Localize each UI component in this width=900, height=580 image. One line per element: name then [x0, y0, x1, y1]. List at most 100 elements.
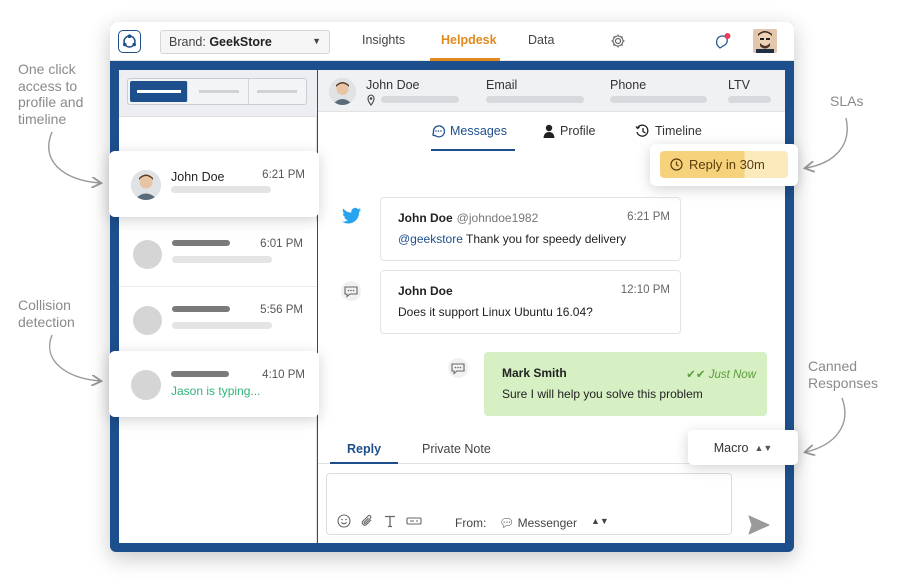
nav-data[interactable]: Data — [528, 33, 554, 47]
location-icon — [366, 93, 376, 106]
profile-strip[interactable]: John Doe Email Phone LTV — [318, 70, 785, 112]
gear-icon[interactable] — [610, 33, 626, 49]
view-tab-1[interactable] — [130, 81, 189, 102]
placeholder-location — [381, 96, 459, 103]
arrow-canned — [806, 397, 846, 452]
macro-label: Macro — [713, 440, 749, 455]
avatar — [131, 370, 161, 400]
message-body: @geekstore Thank you for speedy delivery — [398, 232, 626, 246]
conversation-panel: John Doe Email Phone LTV Messages Profil… — [318, 70, 785, 543]
sender-name: Mark Smith — [502, 366, 567, 380]
caret-updown-icon: ▲▼ — [754, 442, 773, 453]
person-icon — [543, 124, 555, 138]
annotation-profile: One click access to profile and timeline — [18, 61, 83, 127]
placeholder-preview — [172, 322, 272, 329]
annotation-line: timeline — [18, 110, 67, 127]
typing-indicator: Jason is typing... — [171, 384, 261, 398]
view-tab-3[interactable] — [249, 79, 306, 104]
brand-select[interactable]: Brand: GeekStore ▼ — [160, 30, 330, 54]
nav-helpdesk[interactable]: Helpdesk — [441, 33, 497, 47]
double-check-icon: ✔✔ — [686, 369, 706, 381]
conversation-time: 4:10 PM — [262, 369, 305, 381]
annotation-line: detection — [18, 313, 75, 330]
message-text: Sure I will help you solve this problem — [502, 387, 703, 401]
tab-messages[interactable]: Messages — [431, 124, 507, 138]
tab-private-note[interactable]: Private Note — [422, 442, 491, 456]
chat-icon — [447, 358, 468, 378]
annotation-line: One click — [18, 61, 76, 77]
tab-active-indicator — [431, 149, 515, 151]
channel-value: Messenger — [517, 516, 577, 530]
placeholder-name — [172, 240, 230, 246]
tab-timeline[interactable]: Timeline — [635, 124, 702, 138]
tab-label: Timeline — [655, 124, 702, 138]
customer-name: John Doe — [366, 78, 420, 92]
emoji-icon[interactable] — [337, 514, 351, 528]
message-time: 12:10 PM — [620, 284, 670, 296]
placeholder-ltv — [728, 96, 771, 103]
conversation-name: John Doe — [171, 170, 225, 184]
reply-composer[interactable]: From: 💬︎ Messenger ▲▼ — [326, 473, 732, 535]
mention-link[interactable]: @geekstore — [398, 232, 463, 246]
arrow-collision — [49, 334, 100, 381]
sender-name: John Doe — [398, 284, 453, 298]
email-label: Email — [486, 78, 518, 92]
ltv-label: LTV — [728, 78, 750, 92]
annotation-line: profile and — [18, 94, 84, 110]
helpdesk-app: Brand: GeekStore ▼ Insights Helpdesk Dat… — [110, 22, 794, 552]
placeholder-preview — [171, 186, 271, 193]
message-time: Just Now — [708, 369, 756, 381]
brand-label: Brand: — [169, 35, 206, 49]
placeholder-name — [171, 371, 229, 377]
caret-updown-icon: ▲▼ — [591, 516, 609, 526]
logo-icon[interactable] — [118, 30, 141, 53]
message-bubble[interactable]: John Doe 12:10 PM Does it support Linux … — [380, 270, 681, 334]
list-item[interactable]: 6:01 PM — [119, 221, 317, 287]
conversation-card-active[interactable]: John Doe 6:21 PM — [109, 151, 319, 217]
channel-select[interactable]: 💬︎ Messenger — [499, 516, 577, 530]
template-icon[interactable] — [406, 514, 422, 528]
reply-tab-indicator — [330, 462, 398, 464]
conversation-list: 6:01 PM 5:56 PM — [119, 70, 317, 543]
placeholder-bar — [198, 90, 239, 93]
tab-profile[interactable]: Profile — [543, 124, 595, 138]
message-time: 6:21 PM — [627, 211, 670, 223]
message-text: Does it support Linux Ubuntu 16.04? — [398, 305, 593, 319]
list-item[interactable]: 5:56 PM — [119, 287, 317, 353]
text-format-icon[interactable] — [383, 514, 397, 528]
user-avatar[interactable] — [753, 29, 777, 53]
sender-name: John Doe — [398, 211, 453, 225]
annotation-line: access to — [18, 77, 78, 94]
placeholder-phone — [610, 96, 707, 103]
message-bubble[interactable]: John Doe @johndoe1982 6:21 PM @geekstore … — [380, 197, 681, 261]
conversation-time: 5:56 PM — [260, 304, 303, 316]
arrow-profile — [48, 131, 100, 183]
annotation-line: Collision — [18, 297, 71, 313]
list-header — [119, 70, 317, 117]
nav-insights[interactable]: Insights — [362, 33, 405, 47]
notification-icon[interactable] — [714, 32, 732, 50]
brand-value: GeekStore — [209, 35, 272, 49]
messenger-icon: 💬︎ — [499, 516, 515, 530]
send-icon[interactable] — [748, 515, 770, 535]
placeholder-preview — [172, 256, 272, 263]
sla-card: Reply in 30m — [650, 144, 798, 186]
placeholder-email — [486, 96, 584, 103]
conversation-card-collision[interactable]: 4:10 PM Jason is typing... — [109, 351, 319, 417]
tab-reply[interactable]: Reply — [347, 442, 381, 456]
avatar — [131, 170, 161, 200]
annotation-line: Canned — [808, 358, 858, 374]
placeholder-name — [172, 306, 230, 312]
annotation-line: Responses — [808, 374, 879, 391]
agent-message-bubble[interactable]: Mark Smith ✔✔ Just Now Sure I will help … — [484, 352, 767, 416]
placeholder-bar — [257, 90, 298, 93]
delivery-status: ✔✔ Just Now — [686, 367, 756, 381]
sla-badge[interactable]: Reply in 30m — [660, 151, 788, 178]
attachment-icon[interactable] — [360, 514, 374, 528]
avatar — [133, 240, 162, 269]
macro-button[interactable]: Macro ▲▼ — [688, 430, 798, 465]
top-bar: Brand: GeekStore ▼ Insights Helpdesk Dat… — [110, 22, 794, 61]
view-tab-2[interactable] — [190, 79, 249, 104]
messages-icon — [432, 125, 445, 138]
clock-history-icon — [635, 124, 649, 137]
